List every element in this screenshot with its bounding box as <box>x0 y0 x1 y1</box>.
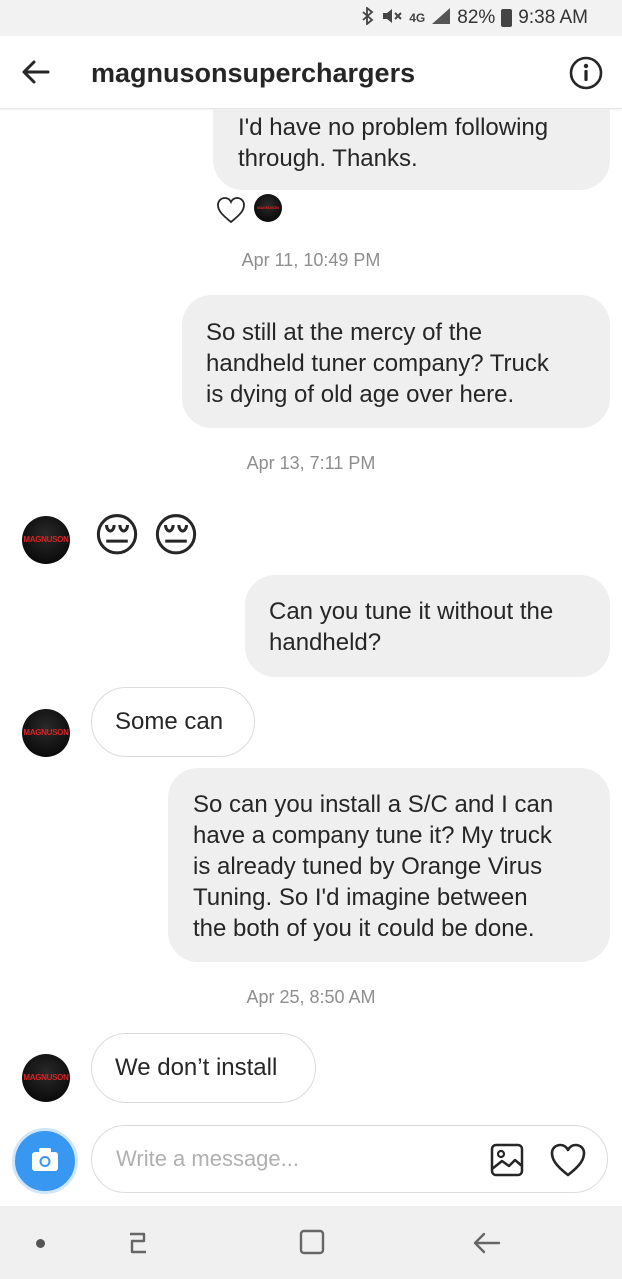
emoji-message[interactable]: 😔 <box>152 509 200 561</box>
nav-indicator-dot <box>36 1239 45 1248</box>
battery-icon <box>501 9 513 27</box>
timestamp: Apr 25, 8:50 AM <box>246 987 376 1007</box>
seen-avatar: MAGNUSON <box>254 194 282 222</box>
incoming-message[interactable]: Some can <box>91 687 255 757</box>
timestamp: Apr 13, 7:11 PM <box>246 453 376 473</box>
camera-icon <box>32 1148 58 1171</box>
heart-icon <box>550 1143 586 1177</box>
camera-button[interactable] <box>12 1128 78 1194</box>
battery-percent: 82% <box>457 7 496 28</box>
outgoing-message[interactable]: Can you tune it without the handheld? <box>245 575 610 677</box>
outgoing-message[interactable]: So still at the mercy of the handheld tu… <box>182 295 610 428</box>
mute-icon <box>381 7 403 29</box>
message-input[interactable] <box>91 1125 608 1193</box>
timestamp: Apr 11, 10:49 PM <box>241 250 381 270</box>
message-composer <box>0 1120 622 1206</box>
conversation-title[interactable]: magnusonsuperchargers <box>91 58 415 89</box>
emoji-message[interactable]: 😔 <box>93 509 141 561</box>
outgoing-message[interactable]: I'd have no problem following through. T… <box>213 109 610 190</box>
back-nav-icon[interactable] <box>472 1230 502 1256</box>
sender-avatar[interactable]: MAGNUSON <box>22 709 70 757</box>
back-button[interactable] <box>20 56 52 88</box>
sender-avatar[interactable]: MAGNUSON <box>22 1054 70 1102</box>
like-reaction-heart-icon[interactable] <box>216 196 246 224</box>
image-icon <box>490 1143 524 1177</box>
clock: 9:38 AM <box>518 7 588 28</box>
gallery-button[interactable] <box>489 1142 525 1178</box>
sender-avatar[interactable]: MAGNUSON <box>22 516 70 564</box>
4g-lte-icon: 4G <box>409 11 426 25</box>
home-icon[interactable] <box>298 1228 326 1256</box>
status-bar: 4G 82% 9:38 AM <box>0 0 622 36</box>
conversation-header: magnusonsuperchargers <box>0 36 622 109</box>
system-nav-bar <box>0 1206 622 1279</box>
message-thread[interactable]: I'd have no problem following through. T… <box>0 109 622 1120</box>
incoming-message[interactable]: We don’t install <box>91 1033 316 1103</box>
status-icons: 4G 82% 9:38 AM <box>361 6 588 29</box>
info-icon <box>569 56 603 90</box>
outgoing-message[interactable]: So can you install a S/C and I can have … <box>168 768 610 962</box>
info-button[interactable] <box>569 56 603 90</box>
signal-icon <box>431 7 451 29</box>
recents-icon[interactable] <box>124 1230 152 1256</box>
bluetooth-icon <box>361 6 375 29</box>
like-button[interactable] <box>549 1142 587 1178</box>
arrow-left-icon <box>22 60 50 84</box>
